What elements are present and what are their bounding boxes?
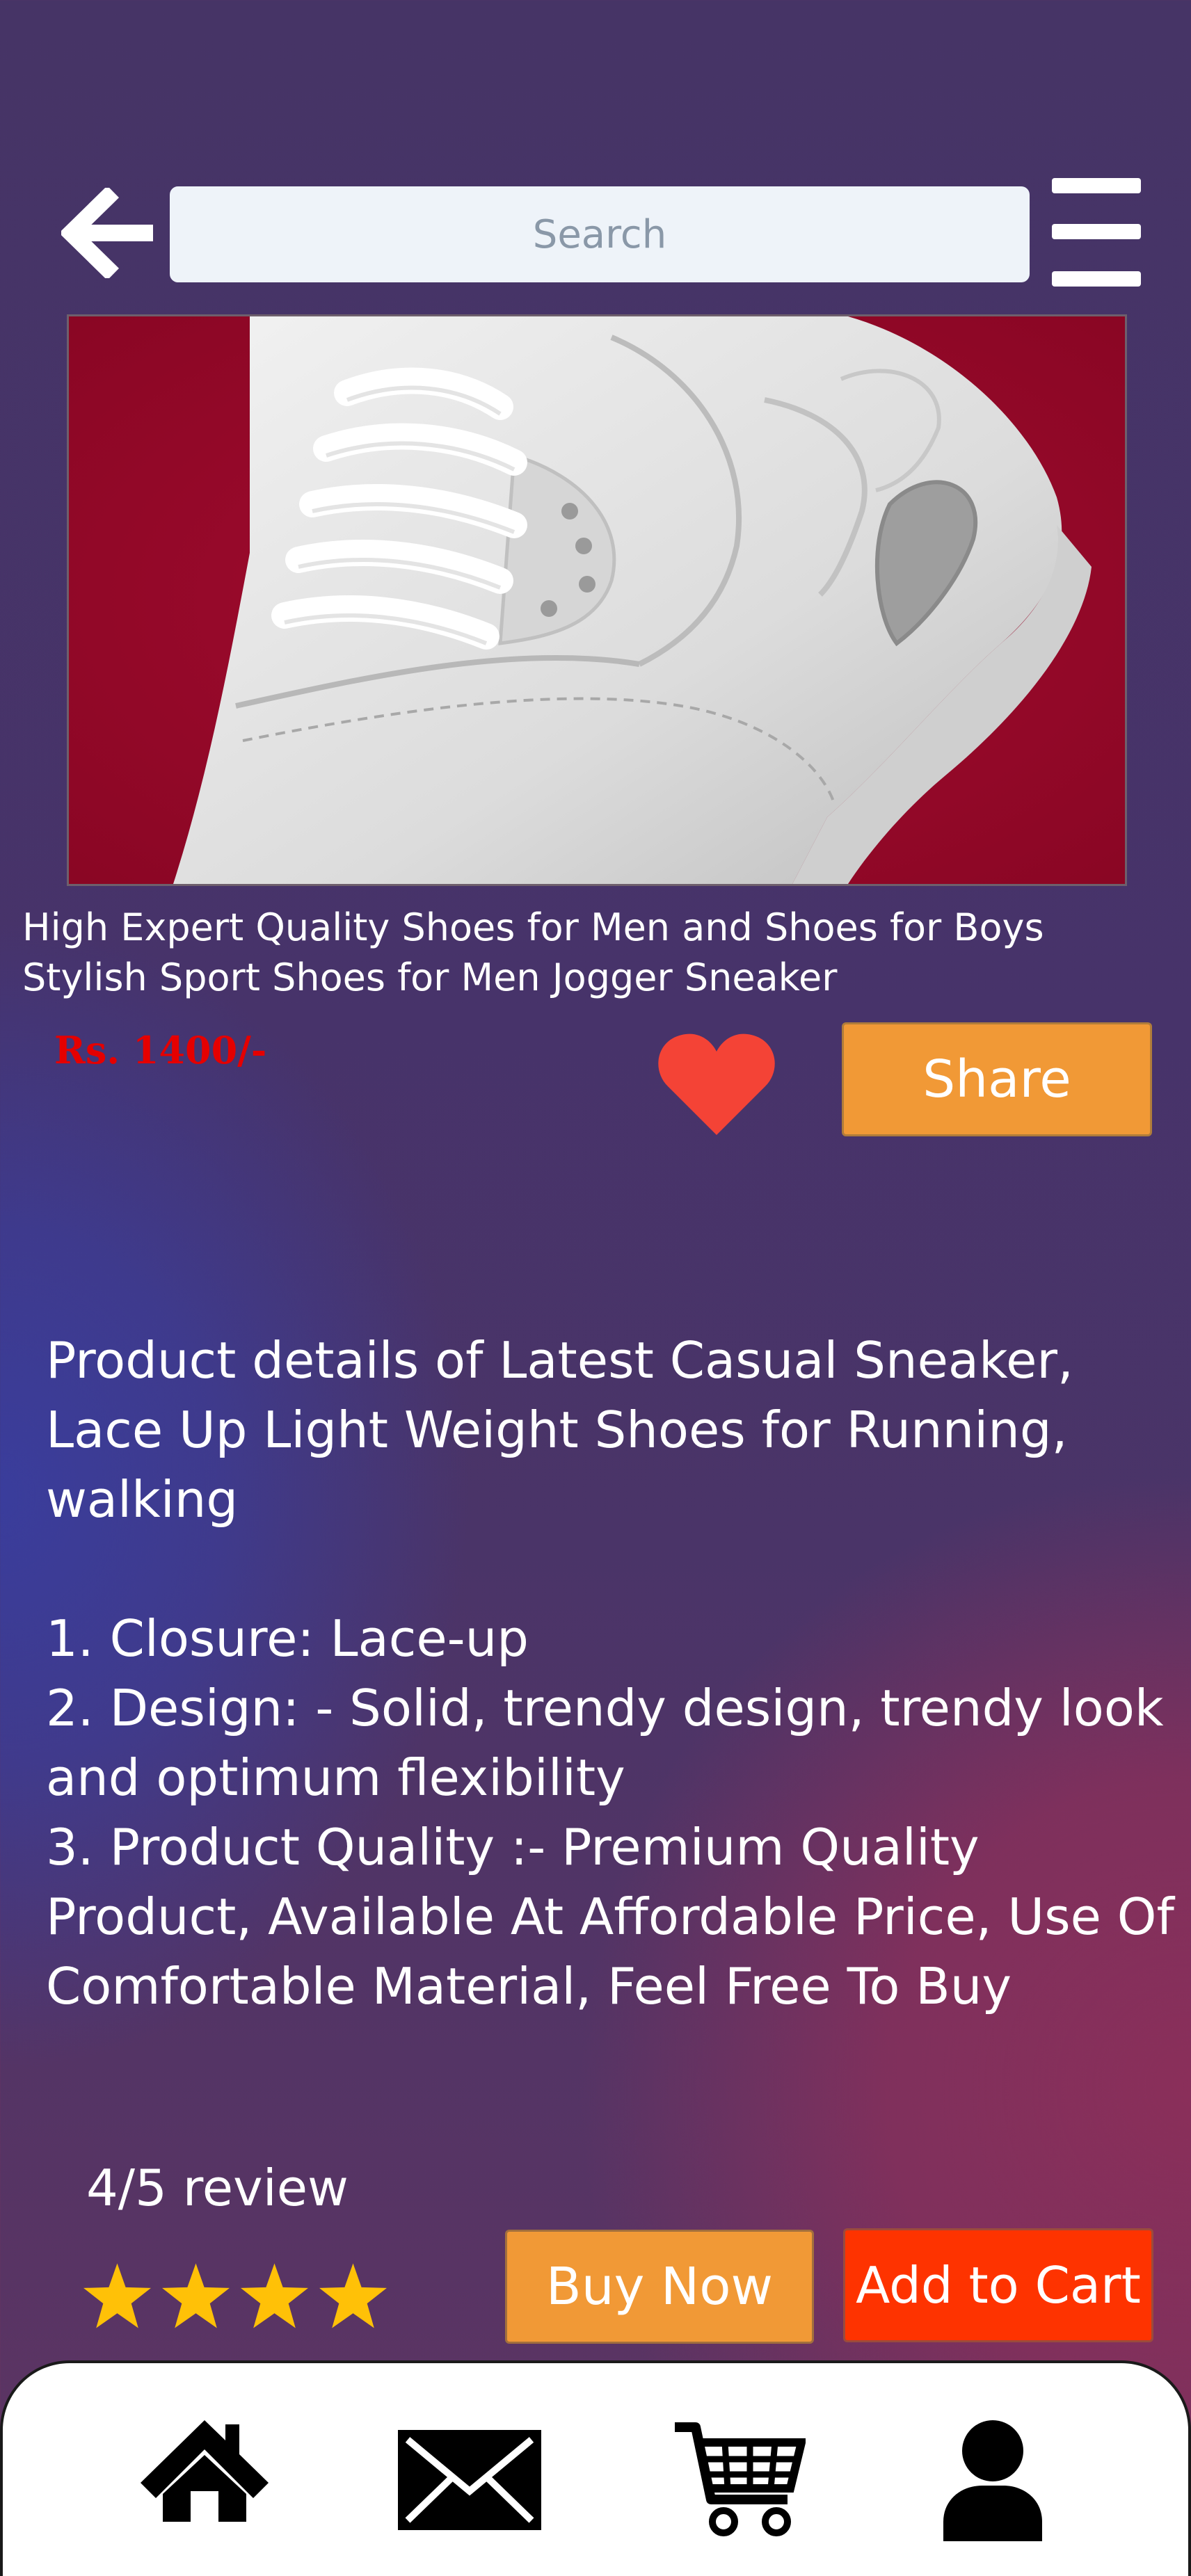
- details-point: 3. Product Quality :- Premium Quality Pr…: [46, 1818, 1174, 2015]
- nav-mail[interactable]: [395, 2427, 544, 2533]
- nav-home[interactable]: [136, 2416, 273, 2527]
- user-icon: [943, 2420, 1042, 2541]
- star-icon: [319, 2263, 387, 2328]
- product-price: Rs. 1400/-: [54, 1028, 267, 1072]
- star-icon: [83, 2263, 151, 2328]
- rating-stars: [82, 2262, 388, 2331]
- home-icon: [141, 2420, 269, 2522]
- star-icon: [241, 2263, 308, 2328]
- product-title: High Expert Quality Shoes for Men and Sh…: [22, 905, 1044, 999]
- star-icon: [162, 2263, 230, 2328]
- back-button[interactable]: [58, 186, 159, 280]
- mail-icon: [398, 2430, 541, 2530]
- details-point: 1. Closure: Lace-up: [46, 1609, 529, 1668]
- share-button[interactable]: Share: [842, 1022, 1152, 1136]
- review-text: 4/5 review: [86, 2159, 349, 2217]
- product-details: Product details of Latest Casual Sneaker…: [46, 1326, 1187, 2021]
- bottom-navigation: [0, 2360, 1191, 2576]
- cart-icon: [675, 2422, 807, 2536]
- menu-button[interactable]: [1052, 178, 1141, 287]
- sneaker-illustration: [69, 316, 1125, 884]
- nav-cart[interactable]: [672, 2422, 807, 2538]
- search-input[interactable]: [170, 186, 1030, 282]
- details-spacer: [46, 1534, 1187, 1604]
- arrow-left-icon: [58, 186, 153, 280]
- nav-profile[interactable]: [941, 2419, 1045, 2541]
- heart-icon: [658, 1033, 775, 1135]
- hamburger-menu-icon: [1052, 178, 1141, 193]
- add-to-cart-button[interactable]: Add to Cart: [843, 2228, 1153, 2342]
- buy-now-button[interactable]: Buy Now: [505, 2230, 814, 2344]
- details-intro: Product details of Latest Casual Sneaker…: [46, 1331, 1073, 1529]
- details-point: 2. Design: - Solid, trendy design, trend…: [46, 1679, 1164, 1807]
- product-image: [67, 314, 1127, 886]
- menu-line: [1052, 224, 1141, 239]
- favorite-button[interactable]: [658, 1031, 775, 1136]
- menu-line: [1052, 271, 1141, 287]
